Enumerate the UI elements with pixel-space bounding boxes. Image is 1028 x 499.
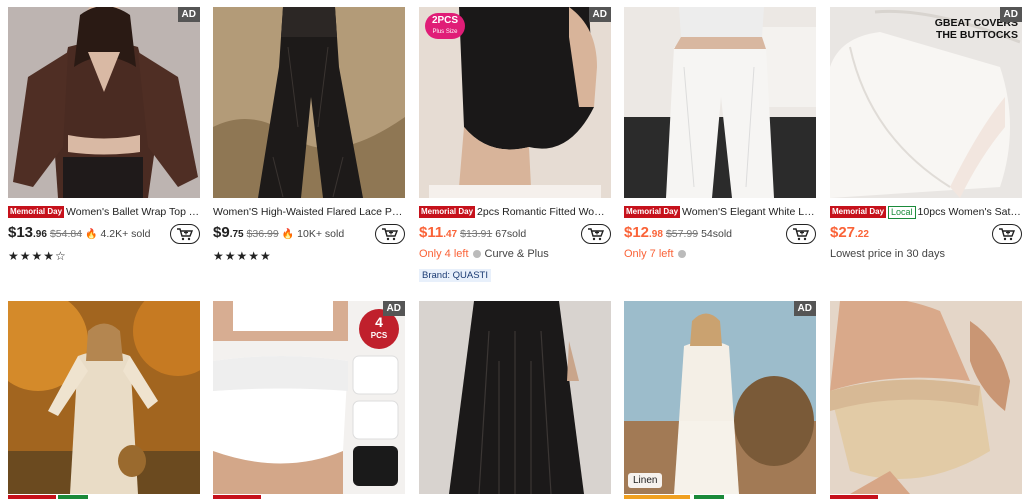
product-image[interactable] (213, 7, 405, 198)
sale-price: $13.96 (8, 224, 47, 241)
cart-add-icon (382, 228, 399, 241)
sale-price: $12.98 (624, 224, 663, 241)
add-to-cart-button[interactable] (786, 224, 816, 244)
promo-badge: Memorial Day (830, 206, 887, 218)
original-price: $54.84 (49, 228, 83, 240)
promo-badge-peek (213, 495, 261, 499)
product-image[interactable] (8, 301, 200, 494)
promo-badge: Memorial Day (419, 206, 476, 218)
add-to-cart-button[interactable] (375, 224, 405, 244)
product-title-text[interactable]: Women'S High-Waisted Flared Lace Pa... (213, 206, 405, 218)
original-price: $57.99 (665, 228, 699, 240)
promo-badge-peek (830, 495, 878, 499)
ad-label: AD (793, 301, 816, 316)
product-title[interactable]: Memorial Day Women's Ballet Wrap Top Y..… (8, 205, 200, 219)
product-image[interactable]: Linen AD (624, 301, 816, 494)
sale-price: $27.22 (830, 224, 869, 241)
local-badge-peek (58, 495, 88, 499)
product-title-text[interactable]: 10pcs Women's Satin... (918, 206, 1022, 218)
sold-count: 67sold (495, 228, 527, 240)
product-image[interactable] (419, 301, 611, 494)
add-to-cart-button[interactable] (992, 224, 1022, 244)
product-title[interactable]: Memorial Day Women'S Elegant White Lac..… (624, 205, 816, 219)
promo-badge-peek (8, 495, 56, 499)
ad-label: AD (999, 7, 1022, 22)
product-image[interactable]: 4 PCS AD (213, 301, 405, 494)
sold-count: 4.2K+ sold (100, 228, 151, 240)
local-badge: Local (888, 205, 916, 219)
product-title[interactable]: Memorial Day Local 10pcs Women's Satin..… (830, 205, 1022, 219)
product-title-text[interactable]: Women'S Elegant White Lac... (682, 206, 816, 218)
flame-icon: 🔥 (85, 229, 98, 240)
product-image[interactable]: AD (8, 7, 200, 198)
cart-add-icon (793, 228, 810, 241)
sale-price: $9.75 (213, 224, 244, 241)
cart-add-icon (177, 228, 194, 241)
sold-count: 54sold (701, 228, 733, 240)
product-image[interactable] (830, 301, 1022, 494)
ad-label: AD (177, 7, 200, 22)
original-price: $36.99 (246, 228, 279, 240)
cart-add-icon (588, 228, 605, 241)
local-badge-peek (694, 495, 724, 499)
sold-count: 10K+ sold (297, 228, 345, 240)
brand-tag[interactable]: Brand: QUASTI (419, 269, 491, 282)
rating-stars: ★★★★☆ (8, 249, 67, 263)
info-icon[interactable] (677, 250, 686, 258)
stock-row: Only 7 left (624, 248, 686, 260)
add-to-cart-button[interactable] (581, 224, 611, 244)
product-title-text[interactable]: 2pcs Romantic Fitted Wome... (477, 206, 611, 218)
info-icon[interactable] (472, 250, 481, 258)
promo-badge-peek (624, 495, 690, 499)
product-title[interactable]: Memorial Day 2pcs Romantic Fitted Wome..… (419, 205, 611, 219)
material-tag: Linen (628, 473, 663, 488)
original-price: $13.91 (460, 228, 493, 240)
product-title[interactable]: Women'S High-Waisted Flared Lace Pa... (213, 205, 405, 219)
product-image[interactable] (624, 7, 816, 198)
promo-badge: Memorial Day (8, 206, 65, 218)
lowest-price-note: Lowest price in 30 days (830, 248, 945, 260)
stock-row: Only 4 left Curve & Plus (419, 248, 549, 260)
sale-price: $11.47 (419, 224, 458, 241)
product-image[interactable]: 2PCS Plus Size AD (419, 7, 611, 198)
promo-badge: Memorial Day (624, 206, 681, 218)
product-title-text[interactable]: Women's Ballet Wrap Top Y... (66, 206, 200, 218)
add-to-cart-button[interactable] (170, 224, 200, 244)
flame-icon: 🔥 (281, 229, 295, 240)
category-label[interactable]: Curve & Plus (485, 248, 549, 260)
stock-warning: Only 7 left (624, 248, 674, 260)
stock-warning: Only 4 left (419, 248, 469, 260)
rating-stars: ★★★★★ (213, 249, 272, 263)
product-image[interactable]: GBEAT COVERS THE BUTTOCKS AD (830, 7, 1022, 198)
pack-badge: 2PCS Plus Size (425, 13, 465, 39)
price-note: Lowest price in 30 days (830, 248, 945, 260)
cart-add-icon (999, 228, 1016, 241)
ad-label: AD (382, 301, 405, 316)
ad-label: AD (588, 7, 611, 22)
